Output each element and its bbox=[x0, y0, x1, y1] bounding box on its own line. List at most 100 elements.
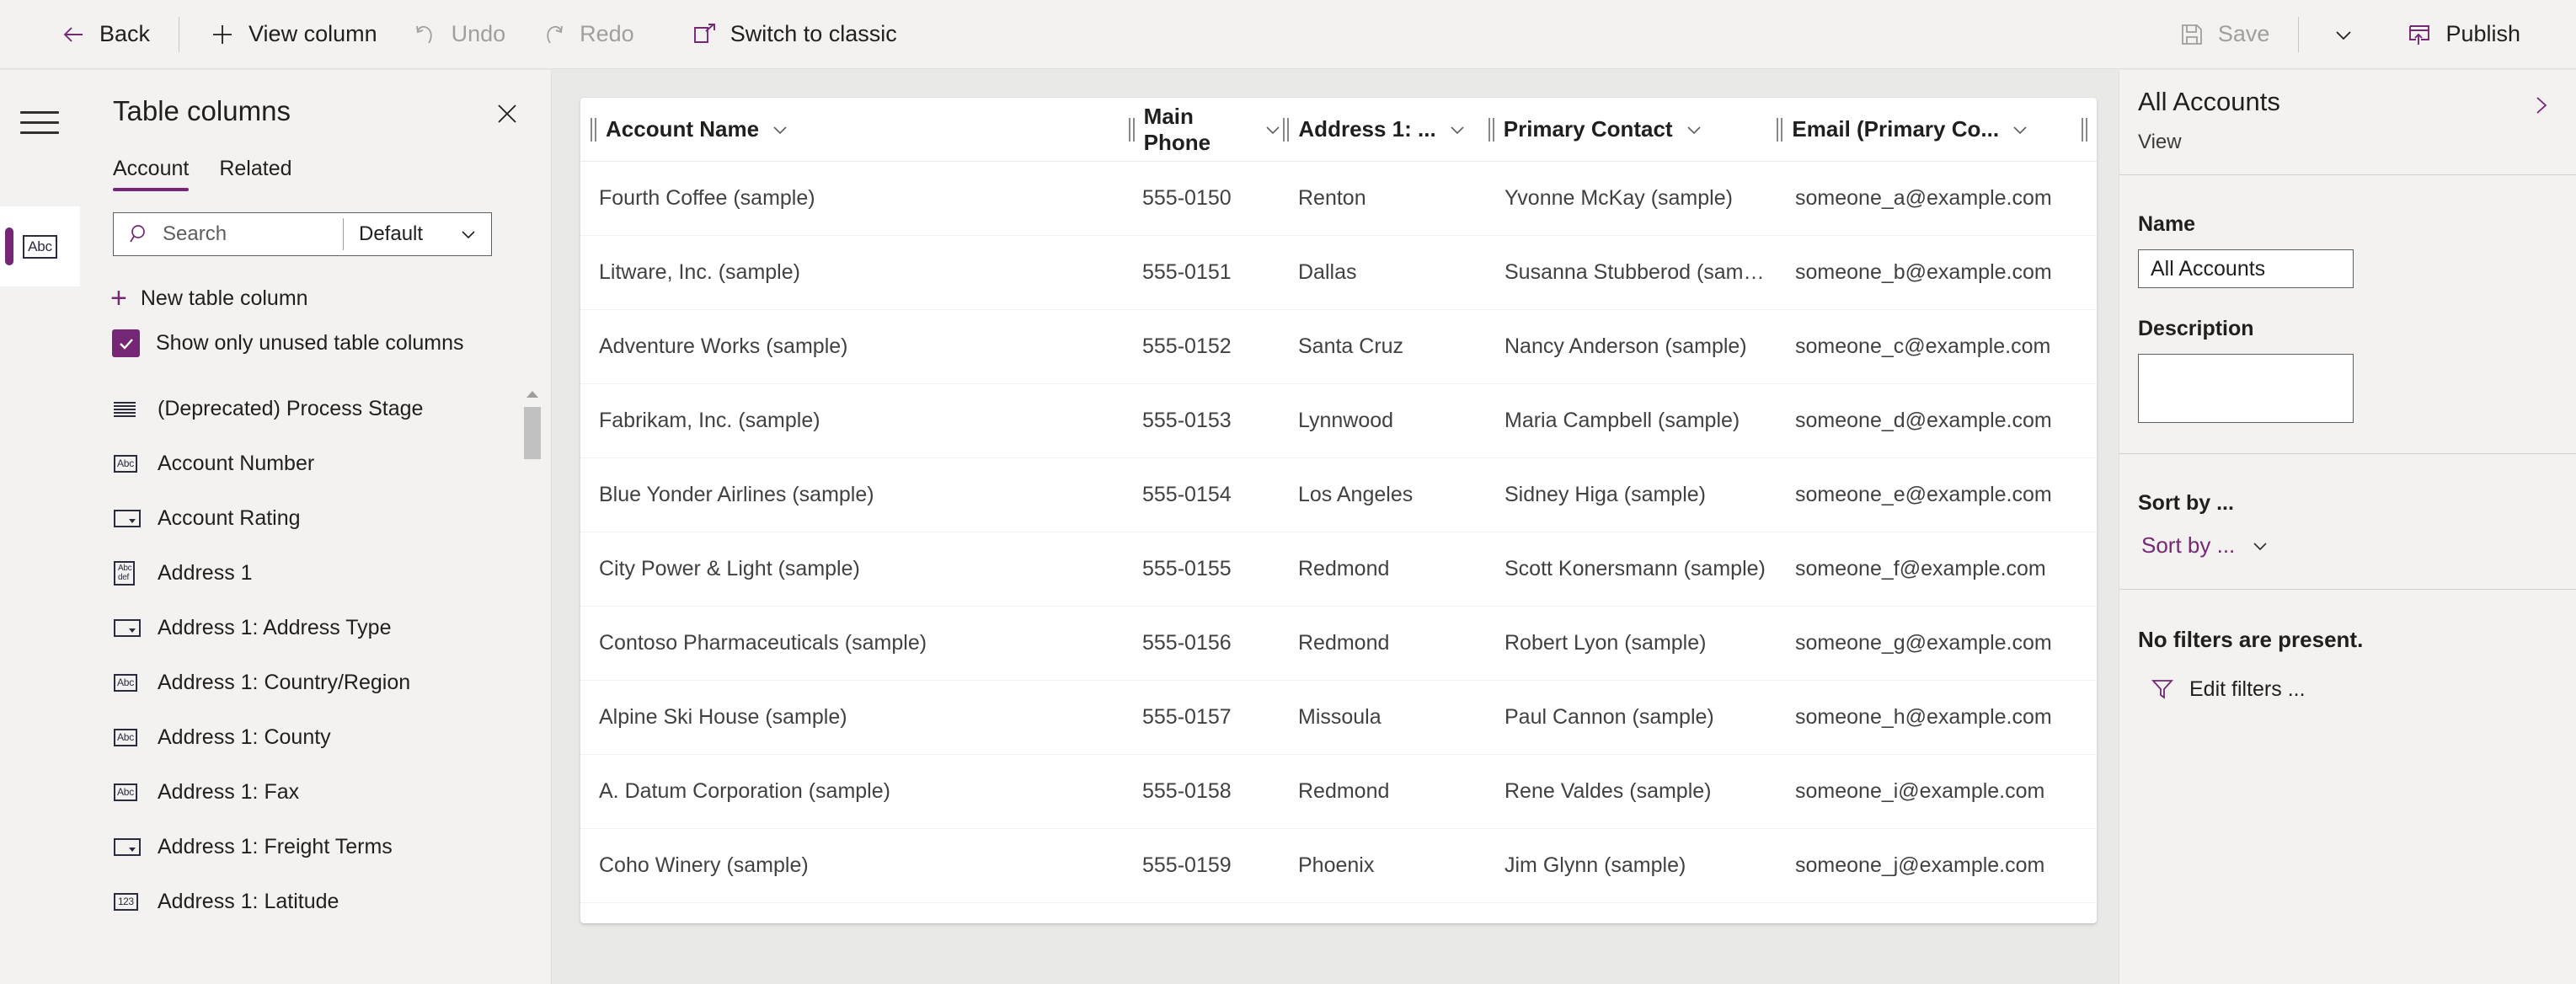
chevron-down-icon[interactable] bbox=[1684, 120, 1704, 140]
save-button[interactable]: Save bbox=[2161, 8, 2287, 61]
grid-row[interactable]: Fabrikam, Inc. (sample) 555-0153 Lynnwood M… bbox=[580, 384, 2097, 458]
chevron-down-icon[interactable] bbox=[770, 120, 790, 140]
column-drag-handle-icon[interactable] bbox=[1128, 117, 1136, 142]
save-options-button[interactable] bbox=[2311, 8, 2376, 61]
command-bar-right-group: Save Publish bbox=[2161, 8, 2576, 61]
table-column-item[interactable]: Abc Address 1: Fax bbox=[80, 765, 551, 820]
table-column-item[interactable]: Abc Address 1: County bbox=[80, 710, 551, 765]
grid-row[interactable]: Alpine Ski House (sample) 555-0157 Missoul… bbox=[580, 681, 2097, 755]
sort-by-dropdown[interactable]: Sort by ... bbox=[2141, 532, 2557, 559]
edit-filters-button[interactable]: Edit filters ... bbox=[2150, 676, 2557, 702]
grid-row[interactable]: Blue Yonder Airlines (sample) 555-0154 Los… bbox=[580, 458, 2097, 532]
grid-column-header[interactable]: Address 1: ... bbox=[1283, 98, 1488, 161]
grid-cell-email: someone_e@example.com bbox=[1795, 483, 2052, 506]
chevron-down-icon[interactable] bbox=[1263, 120, 1283, 140]
redo-icon bbox=[539, 20, 568, 49]
back-button[interactable]: Back bbox=[42, 8, 167, 61]
table-column-item[interactable]: Address 1: Freight Terms bbox=[80, 820, 551, 874]
table-column-item[interactable]: Abc Account Number bbox=[80, 436, 551, 491]
column-drag-handle-icon[interactable] bbox=[1283, 117, 1290, 142]
column-list-scrollbar[interactable] bbox=[524, 388, 541, 978]
grid-column-header[interactable]: Email (Primary Co... bbox=[1777, 98, 2078, 161]
table-column-label: Address 1: Freight Terms bbox=[158, 835, 393, 858]
expand-properties-button[interactable] bbox=[2524, 88, 2557, 122]
view-column-button[interactable]: View column bbox=[191, 8, 394, 61]
grid-row[interactable]: A. Datum Corporation (sample) 555-0158 Red… bbox=[580, 755, 2097, 829]
show-unused-checkbox-row[interactable]: Show only unused table columns bbox=[112, 329, 464, 357]
column-drag-handle-icon[interactable] bbox=[2081, 117, 2088, 142]
tab-related[interactable]: Related bbox=[219, 157, 291, 191]
grid-cell-account: Alpine Ski House (sample) bbox=[599, 705, 847, 729]
table-column-item[interactable]: Abc Address 1: Country/Region bbox=[80, 655, 551, 710]
new-table-column-button[interactable]: + New table column bbox=[110, 284, 308, 313]
grid-row[interactable]: City Power & Light (sample) 555-0155 Redmo… bbox=[580, 532, 2097, 607]
close-icon bbox=[498, 104, 516, 123]
grid-row[interactable]: Fourth Coffee (sample) 555-0150 Renton Yvon… bbox=[580, 162, 2097, 236]
table-column-item[interactable]: Account Rating bbox=[80, 491, 551, 546]
grid-row[interactable]: Coho Winery (sample) 555-0159 Phoenix Jim G… bbox=[580, 829, 2097, 903]
grid-cell-city: Santa Cruz bbox=[1298, 334, 1404, 358]
grid-cell-account: Litware, Inc. (sample) bbox=[599, 260, 800, 284]
table-column-item[interactable]: Abc def Address 1 bbox=[80, 546, 551, 601]
show-unused-checkbox[interactable] bbox=[112, 329, 140, 357]
search-input[interactable]: Search bbox=[114, 213, 343, 255]
grid-row[interactable]: Contoso Pharmaceuticals (sample) 555-0156… bbox=[580, 607, 2097, 681]
tab-account[interactable]: Account bbox=[113, 157, 190, 191]
grid-row[interactable]: Adventure Works (sample) 555-0152 Santa Cr… bbox=[580, 310, 2097, 384]
grid-icon bbox=[114, 401, 147, 417]
name-field-label: Name bbox=[2138, 212, 2196, 236]
grid-column-header[interactable]: Main Phone bbox=[1128, 98, 1284, 161]
scroll-up-arrow-icon[interactable] bbox=[524, 388, 541, 400]
column-drag-handle-icon[interactable] bbox=[1488, 117, 1495, 142]
sort-by-value: Sort by ... bbox=[2141, 532, 2236, 558]
chevron-down-icon bbox=[2248, 534, 2272, 558]
redo-button[interactable]: Redo bbox=[522, 8, 651, 61]
column-filter-dropdown[interactable]: Default bbox=[344, 213, 491, 255]
save-icon bbox=[2178, 20, 2206, 49]
grid-column-header[interactable]: Account Name bbox=[580, 98, 1129, 161]
close-panel-button[interactable] bbox=[490, 97, 524, 131]
grid-column-header[interactable]: Primary Contact bbox=[1488, 98, 1777, 161]
rail-item-columns[interactable]: Abc bbox=[0, 206, 80, 286]
column-drag-handle-icon[interactable] bbox=[1777, 117, 1783, 142]
choice-icon bbox=[114, 619, 147, 637]
chevron-down-icon[interactable] bbox=[2010, 120, 2030, 140]
properties-header: All Accounts View bbox=[2119, 70, 2576, 175]
grid-cell-account: Coho Winery (sample) bbox=[599, 853, 809, 877]
properties-name-section: Name All Accounts Description bbox=[2119, 175, 2576, 454]
grid-cell-city: Redmond bbox=[1298, 631, 1390, 655]
column-drag-handle-icon[interactable] bbox=[591, 117, 597, 142]
table-column-item[interactable]: Address 1: Address Type bbox=[80, 601, 551, 655]
grid-cell-account: Blue Yonder Airlines (sample) bbox=[599, 483, 874, 506]
table-columns-list[interactable]: (Deprecated) Process Stage Abc Account Num… bbox=[80, 382, 551, 984]
scrollbar-thumb[interactable] bbox=[524, 407, 541, 459]
grid-cell-contact: Jim Glynn (sample) bbox=[1504, 853, 1686, 877]
grid-cell-account: Adventure Works (sample) bbox=[599, 334, 848, 358]
view-grid-card: Account Name Main Phone Address 1: ... Prim… bbox=[580, 98, 2097, 923]
grid-cell-contact: Scott Konersmann (sample) bbox=[1504, 557, 1766, 580]
switch-to-classic-button[interactable]: Switch to classic bbox=[673, 8, 914, 61]
grid-header-row: Account Name Main Phone Address 1: ... Prim… bbox=[580, 98, 2097, 162]
hamburger-menu-icon[interactable] bbox=[20, 105, 59, 139]
grid-cell-phone: 555-0150 bbox=[1142, 186, 1232, 210]
search-row: Search Default bbox=[113, 212, 492, 256]
publish-button[interactable]: Publish bbox=[2388, 8, 2537, 61]
left-icon-rail: Abc bbox=[0, 70, 80, 984]
description-field[interactable] bbox=[2138, 354, 2354, 423]
table-column-item[interactable]: 123 Address 1: Latitude bbox=[80, 874, 551, 929]
grid-column-header-label: Main Phone bbox=[1143, 103, 1211, 155]
grid-body: Fourth Coffee (sample) 555-0150 Renton Yvon… bbox=[580, 162, 2097, 903]
name-field[interactable]: All Accounts bbox=[2138, 249, 2354, 288]
grid-column-header-label: Account Name bbox=[606, 116, 760, 142]
grid-cell-city: Los Angeles bbox=[1298, 483, 1414, 506]
text-icon: Abc bbox=[114, 729, 147, 746]
undo-button[interactable]: Undo bbox=[394, 8, 523, 61]
grid-cell-account: City Power & Light (sample) bbox=[599, 557, 860, 580]
view-column-button-label: View column bbox=[249, 21, 377, 46]
search-placeholder: Search bbox=[163, 222, 227, 245]
chevron-down-icon[interactable] bbox=[1447, 120, 1467, 140]
save-divider bbox=[2298, 16, 2300, 52]
grid-row[interactable]: Litware, Inc. (sample) 555-0151 Dallas Susa… bbox=[580, 236, 2097, 310]
table-column-item[interactable]: (Deprecated) Process Stage bbox=[80, 382, 551, 436]
table-columns-panel: Table columns Account Related Search Def… bbox=[80, 70, 552, 984]
